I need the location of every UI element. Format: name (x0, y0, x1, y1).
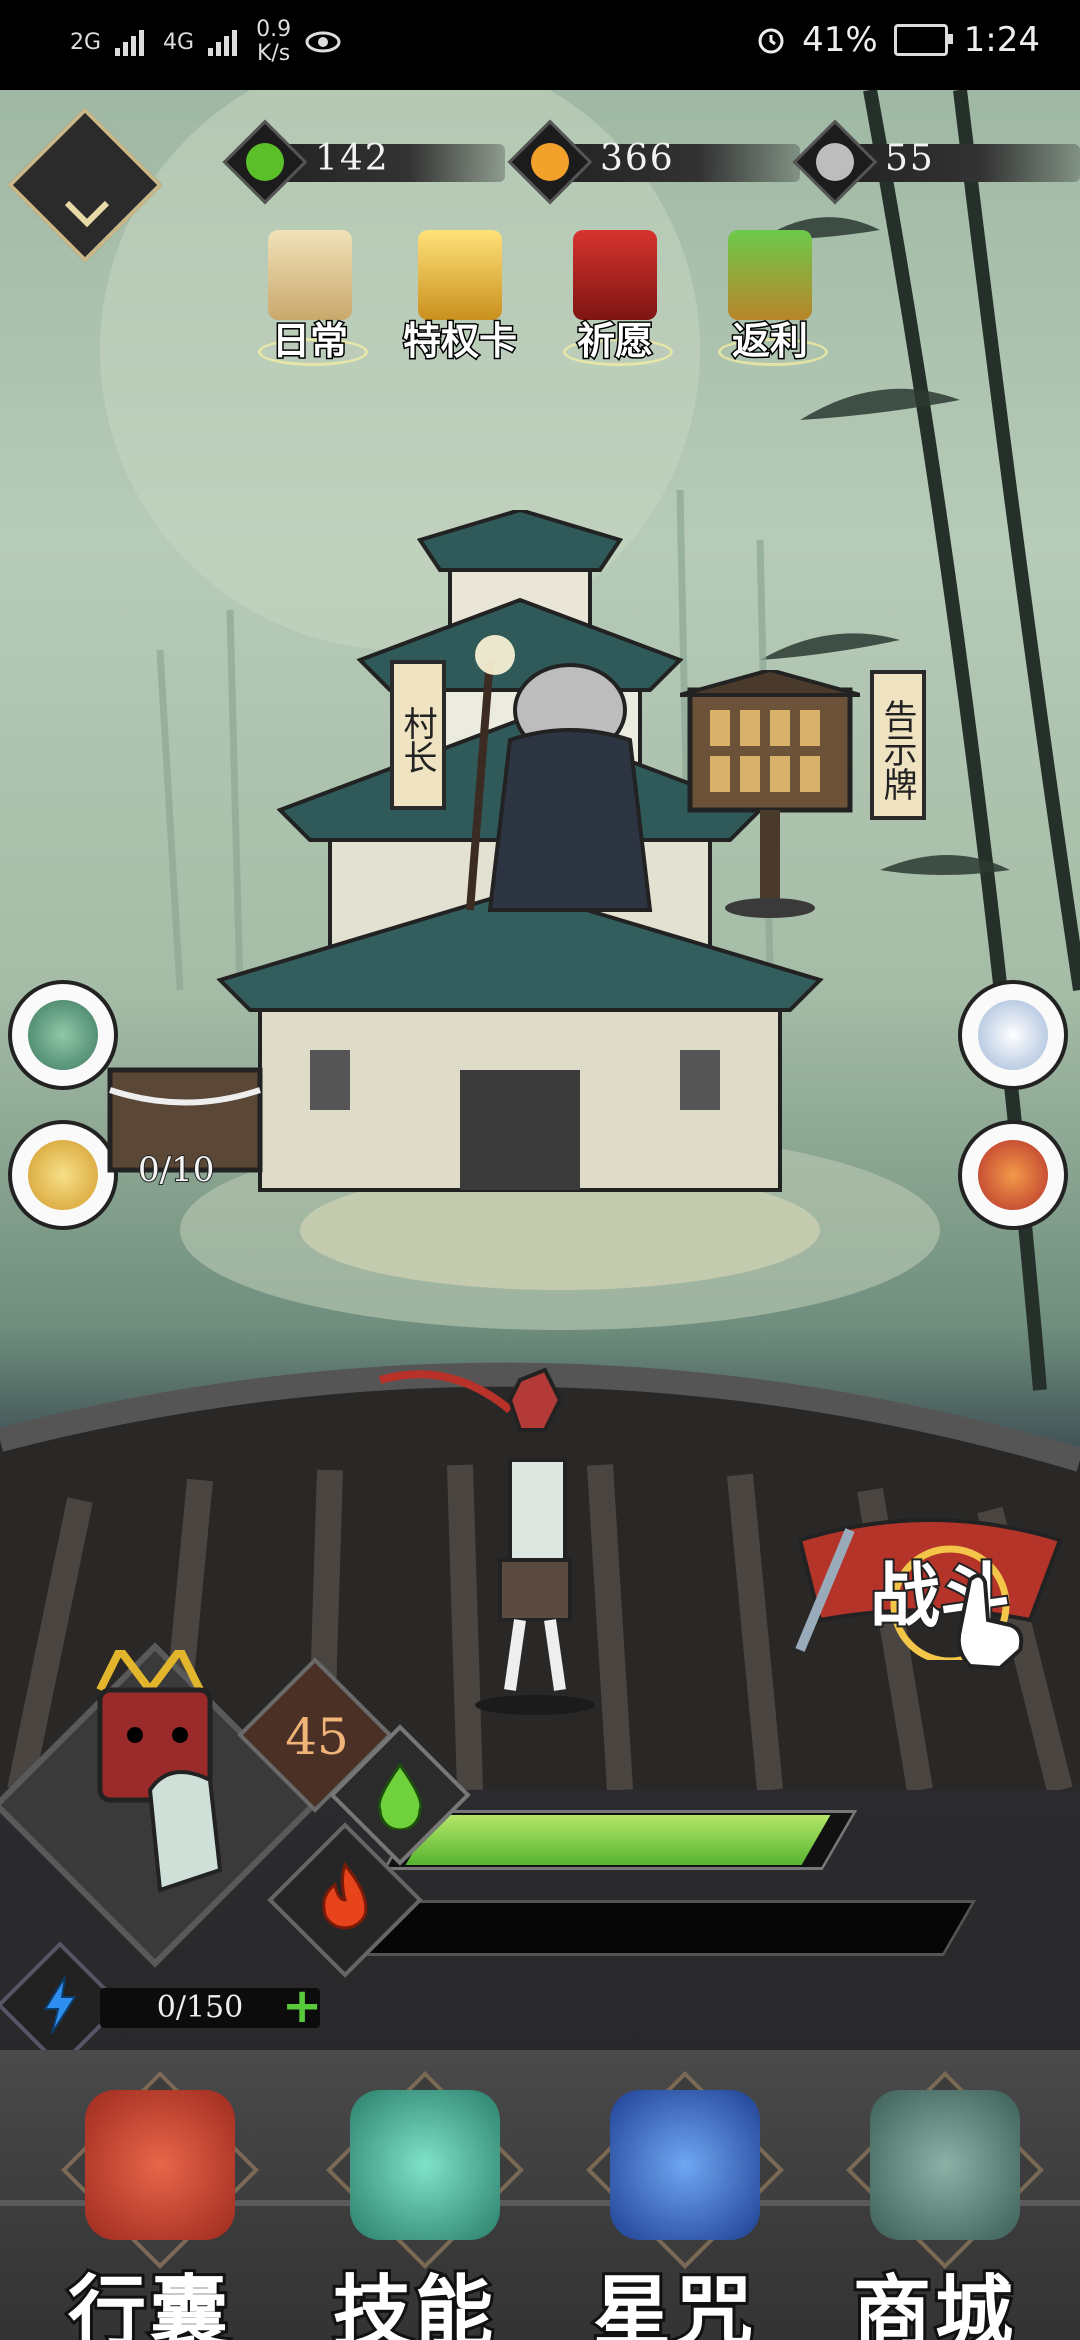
jade-icon (246, 143, 284, 181)
nav-star-spell-label: 星咒 (590, 2264, 757, 2340)
rage-bar-track (343, 1900, 977, 1956)
cat-riceball-icon (978, 1000, 1048, 1070)
jade-disc-icon (28, 1000, 98, 1070)
rebate-button[interactable]: 返利 (710, 230, 830, 370)
jade-gem-frame (222, 119, 308, 205)
speed-unit: K/s (256, 41, 291, 66)
hp-bar-fill (405, 1815, 831, 1865)
food-bowl-bubble[interactable] (958, 1120, 1068, 1230)
game-scene: 村长 告示牌 0/10 战斗 45 0/150 + 142 366 55 日常 … (0, 90, 1080, 2340)
scroll-icon (268, 230, 352, 320)
swirl-icon (816, 143, 854, 181)
swirl-value: 55 (885, 138, 935, 179)
nav-shop-label: 商城 (850, 2264, 1017, 2340)
fire-icon (322, 1861, 368, 1930)
speed-value: 0.9 (256, 17, 292, 42)
status-right: 41% 1:24 (756, 20, 1040, 60)
lightning-icon (43, 1976, 77, 2034)
rebate-label: 返利 (730, 318, 809, 365)
notice-board-sign[interactable]: 告示牌 (870, 670, 926, 820)
eye-icon (305, 31, 341, 53)
signal-icon-2 (208, 30, 238, 56)
star-scroll-icon (610, 2090, 760, 2240)
privilege-card-label: 特权卡 (401, 318, 518, 365)
torii-gate-icon (573, 230, 657, 320)
battle-button[interactable]: 战斗 (790, 1500, 1070, 1670)
network-type-1: 2G (70, 29, 102, 55)
jade-value: 142 (315, 138, 390, 179)
nav-skills[interactable]: 技能 (285, 2070, 545, 2340)
currency-jade: 142 (222, 119, 505, 205)
coin-icon (531, 143, 569, 181)
battery-icon (893, 24, 953, 56)
privilege-card-button[interactable]: 特权卡 (400, 230, 520, 370)
network-type-2: 4G (163, 29, 195, 55)
bottom-nav: 行囊 技能 星咒 商城 (0, 2050, 1080, 2340)
hero-character (378, 1367, 595, 1715)
coin-value: 366 (600, 138, 675, 179)
status-bar: 2G 4G 0.9 K/s 41% 1:24 (0, 0, 1080, 90)
alarm-icon (758, 28, 784, 54)
wish-button[interactable]: 祈愿 (555, 230, 675, 370)
nav-bag[interactable]: 行囊 (20, 2070, 280, 2340)
battery-percent: 41% (802, 20, 878, 60)
gold-pile-icon (28, 1140, 98, 1210)
nav-skills-label: 技能 (330, 2264, 497, 2340)
currency-swirl: 55 (792, 119, 1080, 205)
swirl-gem-frame (792, 119, 878, 205)
nav-shop[interactable]: 商城 (805, 2070, 1065, 2340)
energy-add-button[interactable]: + (282, 1978, 322, 2034)
nav-bag-label: 行囊 (65, 2264, 232, 2340)
shop-icon (870, 2090, 1020, 2240)
clock: 1:24 (963, 20, 1040, 60)
village-chief-npc[interactable] (450, 630, 680, 920)
player-avatar[interactable] (40, 1650, 280, 1940)
daily-button[interactable]: 日常 (250, 230, 370, 370)
notice-board[interactable] (680, 670, 860, 920)
currency-coin: 366 (507, 119, 800, 205)
gold-card-icon (418, 230, 502, 320)
wish-label: 祈愿 (575, 318, 654, 365)
shrine-count: 0/10 (137, 1149, 215, 1191)
treasure-chest-icon (728, 230, 812, 320)
energy-value: 0/150 (156, 1990, 244, 2025)
tap-hand-icon (956, 1573, 1024, 1670)
village-chief-sign[interactable]: 村长 (390, 660, 446, 810)
green-drop-icon (377, 1762, 423, 1830)
daily-label: 日常 (270, 318, 349, 365)
nav-star-spell[interactable]: 星咒 (545, 2070, 805, 2340)
cat-riceball-bubble[interactable] (958, 980, 1068, 1090)
bag-icon (85, 2090, 235, 2240)
food-bowl-icon (978, 1140, 1048, 1210)
coin-gem-frame (507, 119, 593, 205)
chevron-down-icon (64, 200, 110, 228)
blade-icon (350, 2090, 500, 2240)
network-speed: 0.9 K/s (256, 18, 291, 66)
player-level: 45 (285, 1708, 349, 1766)
status-left: 2G 4G 0.9 K/s (70, 18, 341, 66)
signal-icon (115, 30, 145, 56)
